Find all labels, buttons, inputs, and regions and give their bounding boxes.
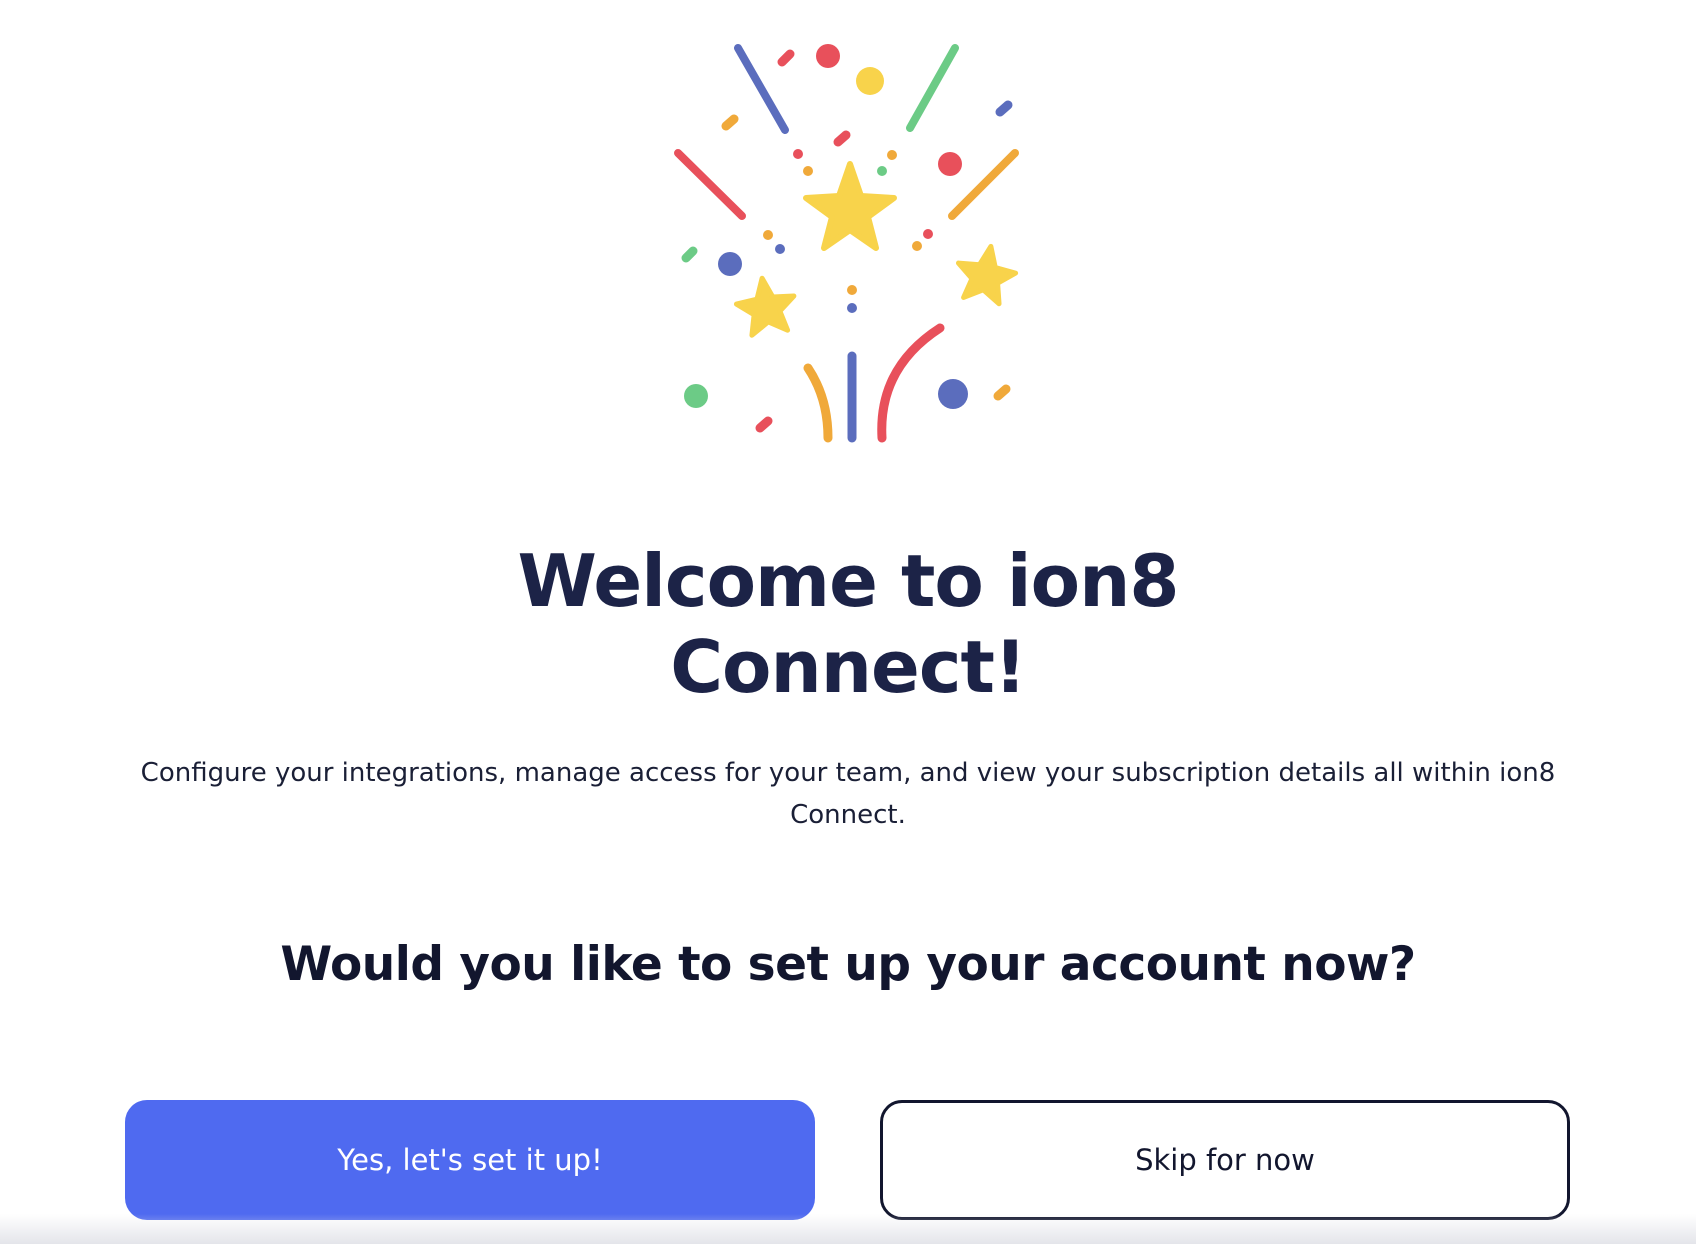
confetti-icon <box>674 44 1019 443</box>
welcome-description: Configure your integrations, manage acce… <box>140 758 1556 830</box>
skip-label: Skip for now <box>1135 1143 1315 1177</box>
welcome-title-line-2: Connect! <box>670 625 1027 709</box>
setup-confirm-label: Yes, let's set it up! <box>337 1143 603 1177</box>
skip-button[interactable]: Skip for now <box>880 1100 1570 1220</box>
welcome-title: Welcome to ion8 Connect! <box>0 538 1696 710</box>
welcome-title-line-1: Welcome to ion8 <box>517 539 1180 623</box>
setup-question: Would you like to set up your account no… <box>280 937 1416 992</box>
celebration-illustration <box>660 38 1030 458</box>
setup-confirm-button[interactable]: Yes, let's set it up! <box>125 1100 815 1220</box>
